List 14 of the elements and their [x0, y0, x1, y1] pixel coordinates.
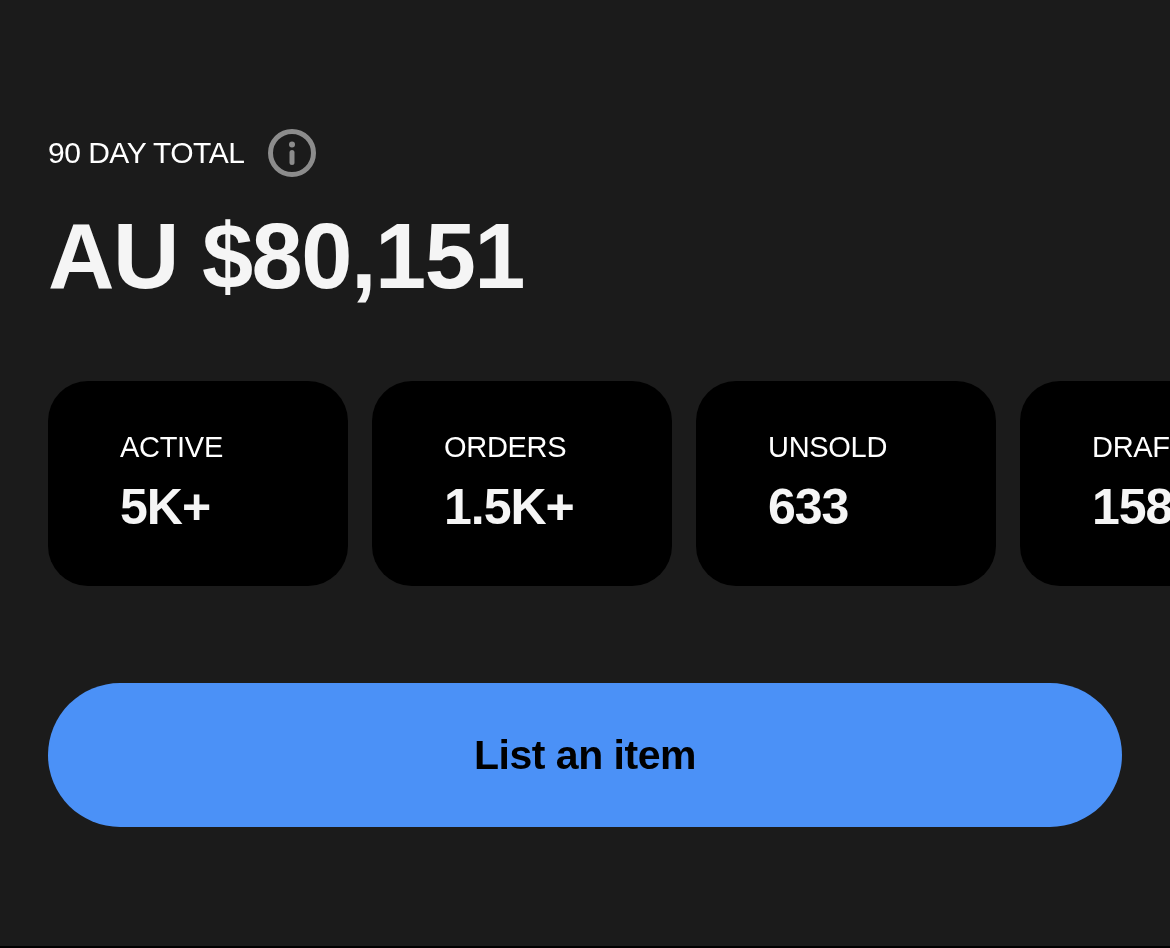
stat-label: DRAF — [1092, 431, 1170, 463]
total-label: 90 DAY TOTAL — [48, 135, 245, 171]
stat-card[interactable]: ORDERS 1.5K+ — [372, 381, 672, 586]
stat-card[interactable]: UNSOLD 633 — [696, 381, 996, 586]
total-amount: AU $80,151 — [48, 211, 524, 301]
stat-label: UNSOLD — [768, 431, 888, 463]
list-item-button[interactable]: List an item — [48, 683, 1122, 827]
stat-value: 1.5K+ — [444, 480, 574, 534]
info-icon[interactable] — [268, 129, 317, 177]
stat-value: 5K+ — [120, 480, 211, 534]
stat-label: ACTIVE — [120, 431, 223, 463]
stat-card[interactable]: ACTIVE 5K+ — [48, 381, 348, 586]
stat-label: ORDERS — [444, 431, 567, 463]
stat-value: 633 — [768, 480, 849, 534]
